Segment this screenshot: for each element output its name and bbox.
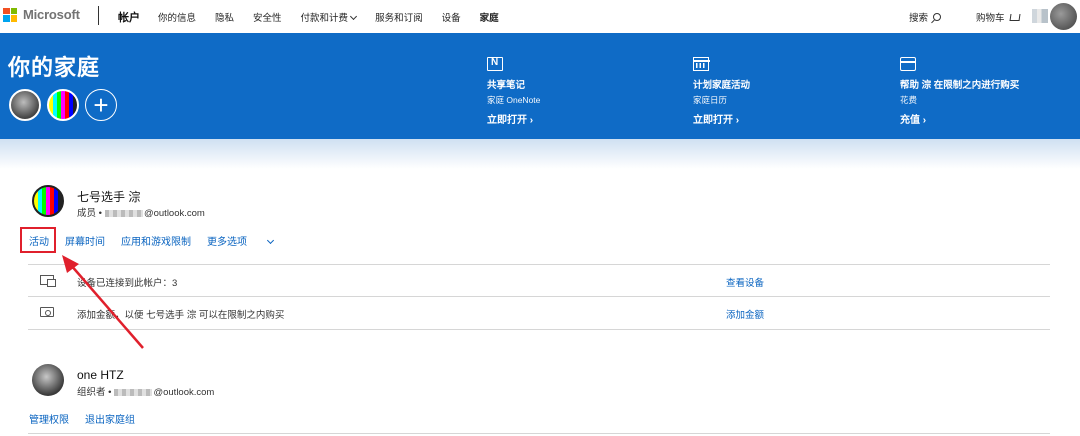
feature-subtitle: 花费	[900, 95, 918, 105]
cart-icon	[1009, 13, 1021, 21]
organizer-email-domain: @outlook.com	[153, 387, 215, 398]
redacted-email	[104, 209, 143, 217]
nav-item-your-info[interactable]: 你的信息	[158, 10, 196, 24]
add-money-text: 添加金额，以便 七号选手 淙 可以在限制之内购买	[77, 310, 285, 321]
member-name: 七号选手 淙	[77, 190, 141, 204]
family-member-avatar-member[interactable]	[47, 89, 79, 121]
cart-button[interactable]: 购物车	[976, 10, 1021, 24]
open-calendar-link[interactable]: 立即打开 ›	[693, 111, 750, 126]
feature-subtitle: 家庭 OneNote	[487, 95, 541, 105]
cart-label: 购物车	[976, 13, 1005, 24]
plus-icon: +	[93, 90, 109, 120]
organizer-avatar	[32, 364, 64, 396]
feature-shared-notes: 共享笔记 家庭 OneNote 立即打开 ›	[487, 57, 540, 126]
manage-permissions-link[interactable]: 管理权限	[29, 411, 69, 426]
nav-divider	[98, 6, 99, 25]
add-money-row-link[interactable]: 添加金额	[726, 307, 764, 321]
divider	[28, 433, 1050, 434]
nav-brand-account[interactable]: 帐户	[118, 9, 140, 25]
nav-item-security[interactable]: 安全性	[253, 10, 282, 24]
hero-fade	[0, 139, 1080, 169]
credit-card-icon	[900, 57, 916, 71]
feature-title: 共享笔记	[487, 80, 526, 91]
more-options-link[interactable]: 更多选项	[207, 233, 289, 248]
feature-family-calendar: 计划家庭活动 家庭日历 立即打开 ›	[692, 57, 751, 126]
account-avatar[interactable]	[1050, 3, 1077, 30]
microsoft-logo-icon	[3, 7, 17, 22]
top-navigation: Microsoft 帐户 你的信息 隐私 安全性 付款和计费 服务和订阅 设备 …	[0, 0, 1080, 33]
more-options-label: 更多选项	[207, 237, 247, 248]
organizer-role: 组织者 •	[77, 387, 112, 398]
open-onenote-link[interactable]: 立即打开 ›	[487, 111, 540, 126]
add-family-member-button[interactable]: +	[85, 89, 117, 121]
page-title: 你的家庭	[8, 55, 101, 80]
member-role-email: 成员 • @outlook.com	[77, 205, 205, 219]
calendar-icon	[692, 57, 710, 71]
nav-item-payment[interactable]: 付款和计费	[300, 10, 358, 24]
search-icon	[933, 13, 942, 21]
app-game-limits-link[interactable]: 应用和游戏限制	[121, 233, 191, 248]
leave-family-link[interactable]: 退出家庭组	[85, 411, 135, 426]
chevron-down-icon	[266, 236, 275, 245]
member-role: 成员 •	[77, 208, 102, 219]
nav-items: 你的信息 隐私 安全性 付款和计费 服务和订阅 设备 家庭	[158, 10, 518, 24]
nav-item-payment-label: 付款和计费	[300, 13, 349, 24]
search-button[interactable]: 搜索	[909, 10, 942, 24]
search-label: 搜索	[909, 13, 929, 24]
organizer-role-email: 组织者 • @outlook.com	[77, 384, 214, 398]
view-devices-link[interactable]: 查看设备	[726, 275, 764, 289]
nav-item-privacy[interactable]: 隐私	[215, 10, 234, 24]
microsoft-logo[interactable]: Microsoft	[3, 7, 80, 22]
nav-item-family[interactable]: 家庭	[480, 10, 499, 24]
nav-item-services[interactable]: 服务和订阅	[375, 10, 423, 24]
divider	[28, 329, 1050, 330]
redacted-email	[114, 388, 153, 396]
devices-icon	[40, 275, 56, 287]
screen-time-link[interactable]: 屏幕时间	[65, 233, 105, 248]
member-avatar	[32, 185, 64, 217]
nav-item-devices[interactable]: 设备	[442, 10, 461, 24]
feature-subtitle: 家庭日历	[693, 95, 728, 105]
devices-row: 设备已连接到此帐户：3 查看设备	[28, 265, 1050, 295]
devices-text: 设备已连接到此帐户：3	[77, 278, 178, 289]
organizer-name: one HTZ	[77, 368, 124, 382]
feature-title: 计划家庭活动	[693, 80, 751, 91]
family-member-avatar-organizer[interactable]	[9, 89, 41, 121]
highlight-box	[20, 227, 56, 253]
logo-text: Microsoft	[23, 7, 80, 22]
member-action-links: 活动 屏幕时间 应用和游戏限制 更多选项	[29, 233, 305, 248]
family-hero-banner: 你的家庭 + 共享笔记 家庭 OneNote 立即打开 › 计划家庭活动 家庭日…	[0, 33, 1080, 139]
add-money-link[interactable]: 充值 ›	[900, 111, 1019, 126]
chevron-down-icon	[350, 12, 358, 21]
add-money-row: 添加金额，以便 七号选手 淙 可以在限制之内购买 添加金额	[28, 297, 1050, 327]
feature-title: 帮助 淙 在限制之内进行购买	[900, 80, 1020, 91]
member-email-domain: @outlook.com	[143, 208, 205, 219]
organizer-action-links: 管理权限 退出家庭组	[29, 411, 151, 426]
onenote-icon	[487, 57, 503, 71]
feature-spending: 帮助 淙 在限制之内进行购买 花费 充值 ›	[900, 57, 1019, 126]
account-badge-image	[1032, 9, 1048, 23]
money-icon	[40, 307, 54, 317]
